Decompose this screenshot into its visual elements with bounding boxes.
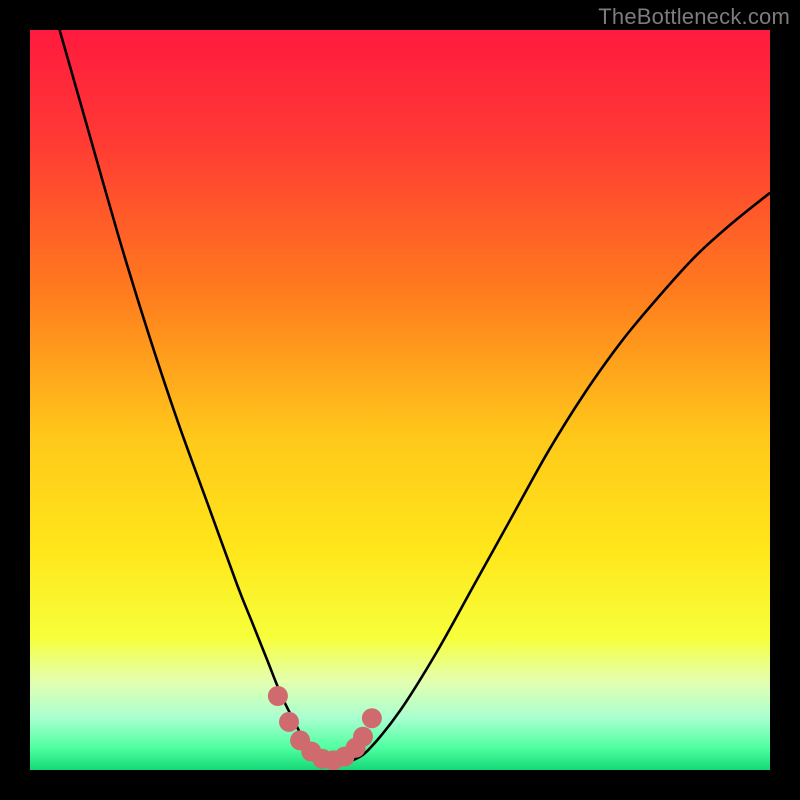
plot-area <box>30 30 770 770</box>
chart-svg <box>30 30 770 770</box>
chart-frame: TheBottleneck.com <box>0 0 800 800</box>
optimal-marker <box>353 727 373 747</box>
watermark-text: TheBottleneck.com <box>598 4 790 30</box>
optimal-marker <box>268 686 288 706</box>
optimal-marker <box>362 708 382 728</box>
gradient-backdrop <box>30 30 770 770</box>
optimal-marker <box>279 712 299 732</box>
